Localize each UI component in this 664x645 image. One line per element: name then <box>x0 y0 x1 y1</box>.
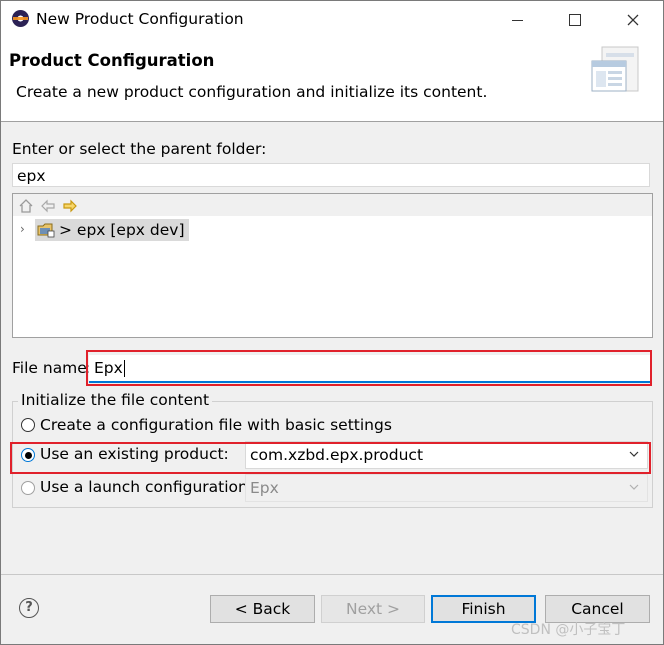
window-title: New Product Configuration <box>36 10 244 28</box>
chevron-down-icon <box>629 484 639 490</box>
tree-item-epx[interactable]: > epx [epx dev] <box>35 219 189 241</box>
maximize-icon <box>569 14 581 26</box>
tree-expand-chevron-icon[interactable]: › <box>20 222 25 236</box>
highlight-box-existing-product <box>10 442 651 474</box>
next-button[interactable]: Next > <box>321 595 425 623</box>
tree-toolbar <box>13 194 652 216</box>
eclipse-icon <box>12 10 29 27</box>
back-arrow-icon[interactable] <box>40 198 56 214</box>
maximize-button[interactable] <box>546 1 604 39</box>
minimize-button[interactable] <box>488 1 546 39</box>
close-button[interactable] <box>604 1 662 39</box>
watermark: CSDN @小子宝丁 <box>511 622 626 638</box>
parent-folder-label: Enter or select the parent folder: <box>12 140 267 158</box>
footer-separator <box>1 574 663 575</box>
page-description: Create a new product configuration and i… <box>16 83 488 101</box>
back-button[interactable]: < Back <box>210 595 315 623</box>
home-icon[interactable] <box>18 198 34 214</box>
highlight-box-file-name <box>86 350 652 386</box>
init-content-group-title: Initialize the file content <box>18 391 213 409</box>
forward-arrow-icon[interactable] <box>62 198 78 214</box>
radio-launch-config[interactable] <box>21 481 35 495</box>
file-name-label: File name: <box>12 359 93 377</box>
help-icon[interactable]: ? <box>19 598 39 618</box>
launch-config-value: Epx <box>250 479 279 497</box>
product-config-banner-icon <box>591 46 639 92</box>
page-title: Product Configuration <box>9 51 215 70</box>
close-icon <box>627 14 639 26</box>
radio-basic-settings[interactable] <box>21 418 35 432</box>
parent-folder-input[interactable]: epx <box>12 163 650 187</box>
project-icon <box>37 223 55 238</box>
radio-basic-settings-label[interactable]: Create a configuration file with basic s… <box>40 416 392 434</box>
minimize-icon <box>511 19 523 21</box>
launch-config-select[interactable]: Epx <box>245 474 648 502</box>
radio-launch-config-label[interactable]: Use a launch configuration: <box>40 478 253 496</box>
